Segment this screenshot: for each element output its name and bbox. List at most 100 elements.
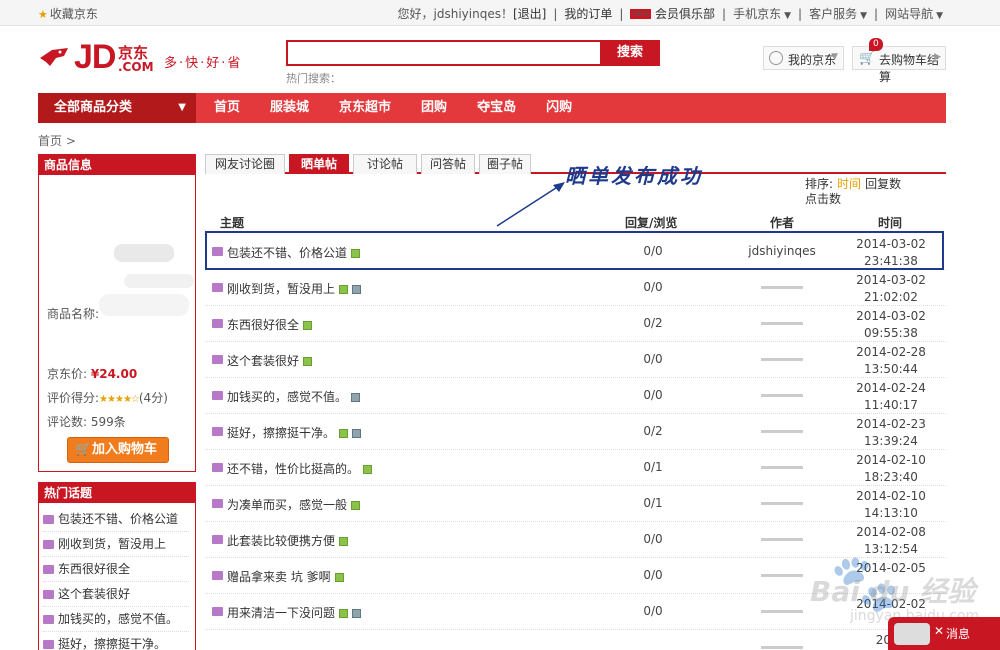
site-logo[interactable]: JD 京东 .COM 多·快·好·省: [38, 38, 248, 80]
image-icon: [339, 429, 349, 438]
reply-count: 0/0: [643, 388, 663, 402]
hot-topic-item[interactable]: 这个套装很好: [43, 582, 189, 607]
nav-item[interactable]: 团购: [421, 93, 447, 123]
topic-title[interactable]: 东西很好很全: [212, 316, 313, 333]
attachment-icon: [352, 429, 362, 438]
reply-count: 0/1: [643, 496, 663, 510]
tab-item[interactable]: 讨论帖: [353, 154, 417, 174]
product-name-label: 商品名称:: [47, 307, 100, 321]
cart-icon: 🛒: [859, 51, 876, 66]
picture-icon: [212, 319, 223, 328]
orders-link[interactable]: 我的订单: [564, 5, 612, 22]
my-jd-button[interactable]: 我的京东 ▼: [763, 46, 844, 70]
tab-item[interactable]: 网友讨论圈: [205, 154, 285, 174]
hot-topic-item[interactable]: 挺好，擦擦挺干净。: [43, 632, 189, 650]
topic-title[interactable]: 刚收到货，暂没用上: [212, 280, 362, 297]
nav-item[interactable]: 京东超市: [339, 93, 391, 123]
author[interactable]: [725, 352, 839, 366]
table-row[interactable]: 东西很好很全 0/2 2014-03-02 09:55:38: [205, 306, 946, 342]
breadcrumb[interactable]: 首页 >: [38, 132, 76, 149]
product-image-blur: [99, 294, 189, 316]
price-value: ¥24.00: [90, 367, 138, 381]
reply-count: 0/0: [643, 568, 663, 582]
image-icon: [334, 573, 344, 582]
nav-item[interactable]: 闪购: [546, 93, 572, 123]
topic-title[interactable]: 还不错，性价比挺高的。: [212, 460, 373, 477]
message-button[interactable]: ✕ 消息: [888, 617, 1000, 650]
all-categories-button[interactable]: 全部商品分类 ▼: [38, 93, 196, 123]
cart-count-badge: 0: [869, 38, 883, 51]
rating-stars-icon: ★★★★☆: [99, 394, 140, 405]
main-nav: 全部商品分类 ▼ 首页 服装城 京东超市 团购 夺宝岛 闪购: [38, 93, 946, 123]
topic-title[interactable]: 赠品拿来卖 坑 爹啊: [212, 568, 344, 585]
chevron-down-icon: ▼: [860, 11, 868, 21]
author[interactable]: [725, 388, 839, 402]
user-icon: [769, 51, 783, 65]
sort-clicks[interactable]: 点击数: [805, 192, 841, 206]
topic-title[interactable]: 此套装比较便携方便: [212, 532, 349, 549]
author[interactable]: [725, 460, 839, 474]
reply-count: 0/0: [643, 532, 663, 546]
topic-title[interactable]: 用来清洁一下没问题: [212, 604, 362, 621]
product-image[interactable]: [69, 189, 194, 316]
table-row[interactable]: 挺好，擦擦挺干净。 0/2 2014-02-23 13:39:24: [205, 414, 946, 450]
author[interactable]: [725, 280, 839, 294]
table-row[interactable]: 刚收到货，暂没用上 0/0 2014-03-02 21:02:02: [205, 270, 946, 306]
mobile-link[interactable]: 手机京东 ▼: [733, 5, 791, 22]
chevron-down-icon: ▼: [936, 11, 943, 21]
search-button[interactable]: 搜索: [600, 40, 660, 66]
image-icon: [339, 609, 349, 618]
site-nav-link[interactable]: 网站导航 ▼: [885, 5, 943, 22]
nav-item[interactable]: 服装城: [270, 93, 309, 123]
service-link[interactable]: 客户服务 ▼: [809, 5, 867, 22]
reply-count: 0/0: [643, 352, 663, 366]
logout-link[interactable]: [退出]: [513, 5, 546, 22]
topic-title[interactable]: 挺好，擦擦挺干净。: [212, 424, 362, 441]
annotation-text: 晒单发布成功: [565, 164, 703, 188]
hot-topics-panel: 热门话题 包装还不错、价格公道 刚收到货，暂没用上 东西很好很全 这个套装很好 加钱买的…: [38, 482, 196, 650]
sort-replies[interactable]: 回复数: [865, 177, 901, 191]
cart-button[interactable]: 🛒 0 去购物车结算 ▶: [852, 38, 946, 84]
club-link[interactable]: 会员俱乐部: [655, 5, 715, 22]
logo-com: .COM: [118, 60, 154, 74]
sort-time[interactable]: 时间: [837, 177, 861, 191]
cart-icon: 🛒: [75, 442, 92, 457]
search-box: 搜索: [286, 40, 662, 66]
table-header: 主题 回复/浏览 作者 时间: [205, 212, 946, 230]
topic-title[interactable]: 为凑单而买，感觉一般: [212, 496, 361, 513]
picture-icon: [43, 540, 54, 549]
table-row[interactable]: 这个套装很好 0/0 2014-02-28 13:50:44: [205, 342, 946, 378]
hot-topic-item[interactable]: 包装还不错、价格公道: [43, 507, 189, 532]
nav-item[interactable]: 首页: [214, 93, 240, 123]
add-to-cart-button[interactable]: 🛒 加入购物车: [67, 437, 169, 463]
table-row[interactable]: 还不错，性价比挺高的。 0/1 2014-02-10 18:23:40: [205, 450, 946, 486]
reviews-row: 评论数: 599条: [47, 415, 126, 429]
hot-topic-item[interactable]: 加钱买的，感觉不值。: [43, 607, 189, 632]
tab-item[interactable]: 晒单帖: [289, 154, 349, 174]
nav-item[interactable]: 夺宝岛: [477, 93, 516, 123]
slogan: 多·快·好·省: [164, 56, 243, 71]
sort-options: 排序: 时间 回复数 点击数: [805, 177, 902, 206]
tab-item[interactable]: 问答帖: [421, 154, 475, 174]
picture-icon: [212, 535, 223, 544]
author[interactable]: [725, 316, 839, 330]
author[interactable]: [725, 496, 839, 510]
table-row[interactable]: 加钱买的，感觉不值。 0/0 2014-02-24 11:40:17: [205, 378, 946, 414]
post-time: 2014-02-28 13:50:44: [856, 345, 926, 376]
tab-item[interactable]: 圈子帖: [479, 154, 531, 174]
hot-topic-item[interactable]: 东西很好很全: [43, 557, 189, 582]
post-time: 2014-02-10 18:23:40: [856, 453, 926, 484]
blurred-author: [761, 322, 803, 325]
hot-topic-item[interactable]: 刚收到货，暂没用上: [43, 532, 189, 557]
chevron-down-icon: ▼: [178, 102, 186, 113]
image-icon: [351, 501, 361, 510]
favorite-link[interactable]: ★ 收藏京东: [38, 5, 98, 22]
topic-title[interactable]: 加钱买的，感觉不值。: [212, 388, 361, 405]
picture-icon: [43, 565, 54, 574]
col-topic: 主题: [220, 216, 245, 230]
topic-title[interactable]: 这个套装很好: [212, 352, 313, 369]
table-row[interactable]: 为凑单而买，感觉一般 0/1 2014-02-10 14:13:10: [205, 486, 946, 522]
search-input[interactable]: [286, 40, 602, 66]
author[interactable]: [725, 424, 839, 438]
hot-search-label: 热门搜索：: [286, 72, 341, 85]
